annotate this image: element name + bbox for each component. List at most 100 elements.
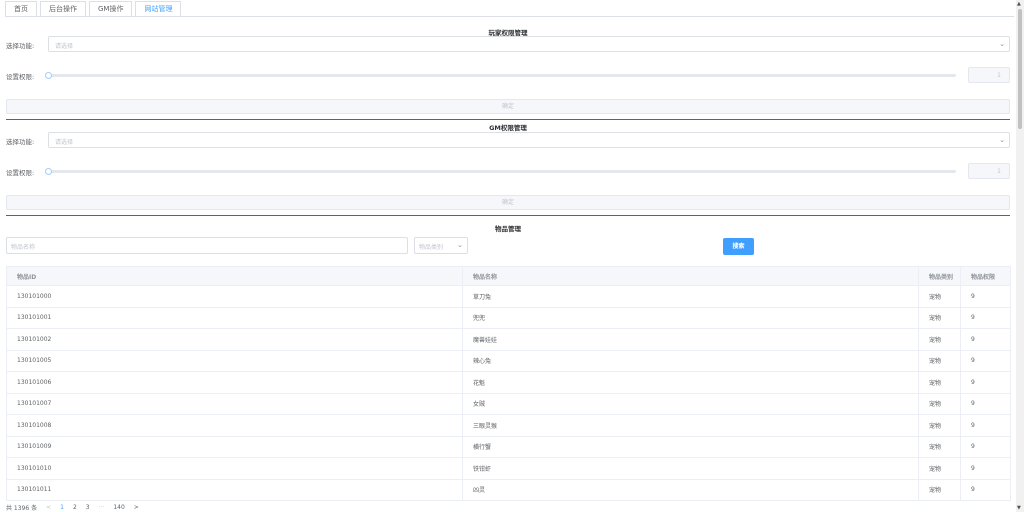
vertical-scrollbar[interactable]: ▲ ▼ (1016, 0, 1024, 512)
cell-category: 宠物 (918, 285, 961, 308)
cell-category: 宠物 (918, 371, 961, 394)
cell-permission: 9 (960, 307, 1011, 329)
table-header-row: 物品ID 物品名称 物品类别 物品权限 (6, 266, 1011, 286)
cell-category: 宠物 (918, 350, 961, 372)
tab-bar: 首页 后台操作 GM操作 网站管理 (5, 1, 184, 17)
pagination-page-3[interactable]: 3 (86, 504, 90, 511)
tab-gm[interactable]: GM操作 (89, 1, 133, 17)
cell-permission: 9 (960, 350, 1011, 372)
player-function-select[interactable]: 请选择 ⌄ (48, 36, 1010, 52)
pagination-total: 共 1396 条 (6, 504, 38, 512)
player-confirm-button[interactable]: 确定 (6, 99, 1010, 114)
scroll-up-arrow-icon[interactable]: ▲ (1017, 1, 1021, 7)
player-level-slider[interactable] (48, 74, 956, 77)
player-level-slider-handle[interactable] (45, 72, 52, 79)
player-level-label: 设置权限: (6, 73, 35, 81)
item-category-select[interactable]: 物品类别 ⌄ (414, 237, 468, 254)
cell-name: 兜兜 (462, 307, 919, 329)
player-level-input[interactable]: 1 (968, 67, 1010, 83)
cell-permission: 9 (960, 285, 1011, 308)
pagination-ellipsis[interactable]: ··· (99, 504, 105, 511)
gm-level-slider-handle[interactable] (45, 168, 52, 175)
table-row[interactable]: 130101006 花魁 宠物 9 (6, 371, 1011, 394)
table-row[interactable]: 130101011 凶灵 宠物 9 (6, 479, 1011, 501)
pagination-prev-button[interactable]: < (46, 504, 51, 511)
player-function-label: 选择功能: (6, 42, 35, 50)
item-name-placeholder: 物品名称 (11, 244, 36, 251)
cell-id: 130101007 (6, 393, 463, 415)
table-row[interactable]: 130101007 女贼 宠物 9 (6, 393, 1011, 415)
cell-category: 宠物 (918, 414, 961, 437)
table-row[interactable]: 130101002 魔兽娃娃 宠物 9 (6, 328, 1011, 351)
tab-backend[interactable]: 后台操作 (40, 1, 86, 17)
cell-category: 宠物 (918, 393, 961, 415)
cell-id: 130101000 (6, 285, 463, 308)
cell-name: 花魁 (462, 371, 919, 394)
section-divider (6, 215, 1010, 216)
gm-confirm-button[interactable]: 确定 (6, 195, 1010, 210)
cell-name: 铁钳虾 (462, 457, 919, 480)
gm-level-slider[interactable] (48, 170, 956, 173)
chevron-down-icon: ⌄ (999, 136, 1005, 144)
cell-name: 三眼灵猴 (462, 414, 919, 437)
cell-name: 辣心兔 (462, 350, 919, 372)
table-row[interactable]: 130101009 横行蟹 宠物 9 (6, 436, 1011, 458)
gm-function-placeholder: 请选择 (55, 139, 74, 146)
cell-category: 宠物 (918, 479, 961, 501)
pagination-page-1[interactable]: 1 (60, 504, 64, 511)
gm-level-input[interactable]: 1 (968, 163, 1010, 179)
tab-site-management[interactable]: 网站管理 (135, 1, 182, 17)
cell-permission: 9 (960, 436, 1011, 458)
column-header-id: 物品ID (6, 266, 463, 286)
tabs-divider (5, 16, 1014, 17)
items-title: 物品管理 (495, 225, 521, 233)
cell-id: 130101008 (6, 414, 463, 437)
gm-perm-title: GM权限管理 (489, 124, 527, 132)
item-name-input[interactable]: 物品名称 (6, 237, 408, 254)
pagination-page-2[interactable]: 2 (73, 504, 77, 511)
table-row[interactable]: 130101005 辣心兔 宠物 9 (6, 350, 1011, 372)
cell-category: 宠物 (918, 307, 961, 329)
cell-id: 130101001 (6, 307, 463, 329)
cell-id: 130101009 (6, 436, 463, 458)
items-table: 物品ID 物品名称 物品类别 物品权限 130101000 草刀兔 宠物 9 1… (6, 266, 1011, 501)
cell-name: 横行蟹 (462, 436, 919, 458)
table-row[interactable]: 130101010 铁钳虾 宠物 9 (6, 457, 1011, 480)
gm-function-select[interactable]: 请选择 ⌄ (48, 132, 1010, 148)
table-row[interactable]: 130101001 兜兜 宠物 9 (6, 307, 1011, 329)
column-header-category: 物品类别 (918, 266, 961, 286)
cell-id: 130101002 (6, 328, 463, 351)
table-row[interactable]: 130101008 三眼灵猴 宠物 9 (6, 414, 1011, 437)
scroll-down-arrow-icon[interactable]: ▼ (1017, 505, 1021, 511)
cell-id: 130101006 (6, 371, 463, 394)
gm-level-value: 1 (997, 168, 1001, 175)
column-header-name: 物品名称 (462, 266, 919, 286)
cell-permission: 9 (960, 457, 1011, 480)
item-category-placeholder: 物品类别 (419, 244, 444, 251)
chevron-down-icon: ⌄ (999, 40, 1005, 48)
cell-permission: 9 (960, 393, 1011, 415)
tab-home[interactable]: 首页 (5, 1, 37, 17)
scrollbar-thumb[interactable] (1018, 9, 1022, 129)
section-divider (6, 119, 1010, 120)
cell-permission: 9 (960, 371, 1011, 394)
table-row[interactable]: 130101000 草刀兔 宠物 9 (6, 285, 1011, 308)
player-level-value: 1 (997, 72, 1001, 79)
cell-permission: 9 (960, 328, 1011, 351)
cell-name: 草刀兔 (462, 285, 919, 308)
gm-level-label: 设置权限: (6, 169, 35, 177)
chevron-down-icon: ⌄ (457, 241, 463, 249)
cell-id: 130101011 (6, 479, 463, 501)
cell-name: 魔兽娃娃 (462, 328, 919, 351)
gm-function-label: 选择功能: (6, 138, 35, 146)
cell-category: 宠物 (918, 328, 961, 351)
cell-permission: 9 (960, 414, 1011, 437)
cell-category: 宠物 (918, 436, 961, 458)
column-header-permission: 物品权限 (960, 266, 1011, 286)
pagination-next-button[interactable]: > (134, 504, 139, 511)
search-button[interactable]: 搜索 (723, 238, 754, 255)
cell-id: 130101010 (6, 457, 463, 480)
cell-name: 凶灵 (462, 479, 919, 501)
pagination: 共 1396 条 < 1 2 3 ··· 140 > (6, 502, 148, 512)
pagination-page-last[interactable]: 140 (113, 504, 124, 511)
